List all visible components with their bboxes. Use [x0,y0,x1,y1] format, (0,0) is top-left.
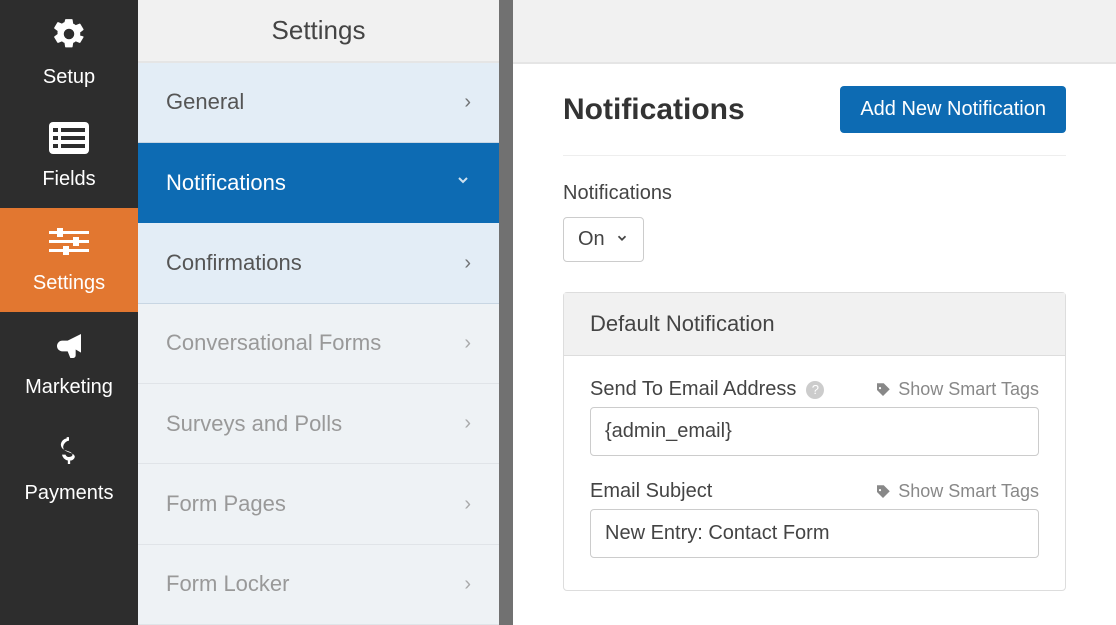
rail-fields[interactable]: Fields [0,104,138,208]
main-panel: Notifications Add New Notification Notif… [513,0,1116,625]
main-topbar [513,0,1116,64]
subnav-confirmations[interactable]: Confirmations › [138,223,499,303]
subnav-notifications[interactable]: Notifications [138,143,499,223]
add-notification-button[interactable]: Add New Notification [840,86,1066,133]
rail-payments[interactable]: Payments [0,416,138,520]
subnav-general[interactable]: General › [138,63,499,143]
rail-label: Payments [25,482,114,505]
send-to-input[interactable] [590,407,1039,456]
email-subject-label: Email Subject [590,480,712,503]
page-title: Notifications [563,93,745,127]
notifications-toggle-select[interactable]: On [563,217,644,262]
rail-label: Settings [33,272,105,295]
rail-label: Fields [42,168,95,191]
chevron-right-icon: › [464,573,471,596]
rail-marketing[interactable]: Marketing [0,312,138,416]
subnav-label: Surveys and Polls [166,411,342,437]
toggle-value: On [578,228,605,251]
tag-icon [874,483,892,501]
subnav-label: Form Pages [166,491,286,517]
tag-icon [874,381,892,399]
rail-setup[interactable]: Setup [0,0,138,104]
rail-settings[interactable]: Settings [0,208,138,312]
chevron-right-icon: › [464,493,471,516]
subnav-label: Notifications [166,170,286,196]
sliders-icon [49,226,89,264]
subnav-label: Confirmations [166,250,302,276]
dollar-icon [55,432,83,474]
list-icon [49,122,89,160]
show-smart-tags-link[interactable]: Show Smart Tags [874,481,1039,502]
left-rail: Setup Fields Settings Marketing Payments [0,0,138,625]
gear-icon [51,16,87,58]
subnav-form-pages[interactable]: Form Pages › [138,464,499,544]
subnav-surveys-polls[interactable]: Surveys and Polls › [138,384,499,464]
subnav-label: Form Locker [166,571,289,597]
subnav-label: General [166,89,244,115]
show-smart-tags-link[interactable]: Show Smart Tags [874,379,1039,400]
chevron-right-icon: › [464,91,471,114]
bullhorn-icon [51,330,87,368]
chevron-right-icon: › [464,332,471,355]
subnav-title: Settings [138,0,499,63]
help-icon[interactable]: ? [806,381,824,399]
default-notification-card: Default Notification Send To Email Addre… [563,292,1066,591]
chevron-right-icon: › [464,412,471,435]
chevron-right-icon: › [464,252,471,275]
notifications-toggle-label: Notifications [563,182,1066,205]
chevron-down-icon [615,228,629,251]
subnav-label: Conversational Forms [166,330,381,356]
subnav-form-locker[interactable]: Form Locker › [138,545,499,625]
subnav-conversational-forms[interactable]: Conversational Forms › [138,304,499,384]
send-to-label: Send To Email Address ? [590,378,824,401]
settings-subnav: Settings General › Notifications Confirm… [138,0,513,625]
chevron-down-icon [455,171,471,194]
rail-label: Marketing [25,376,113,399]
card-title: Default Notification [564,293,1065,356]
rail-label: Setup [43,66,95,89]
email-subject-input[interactable] [590,509,1039,558]
